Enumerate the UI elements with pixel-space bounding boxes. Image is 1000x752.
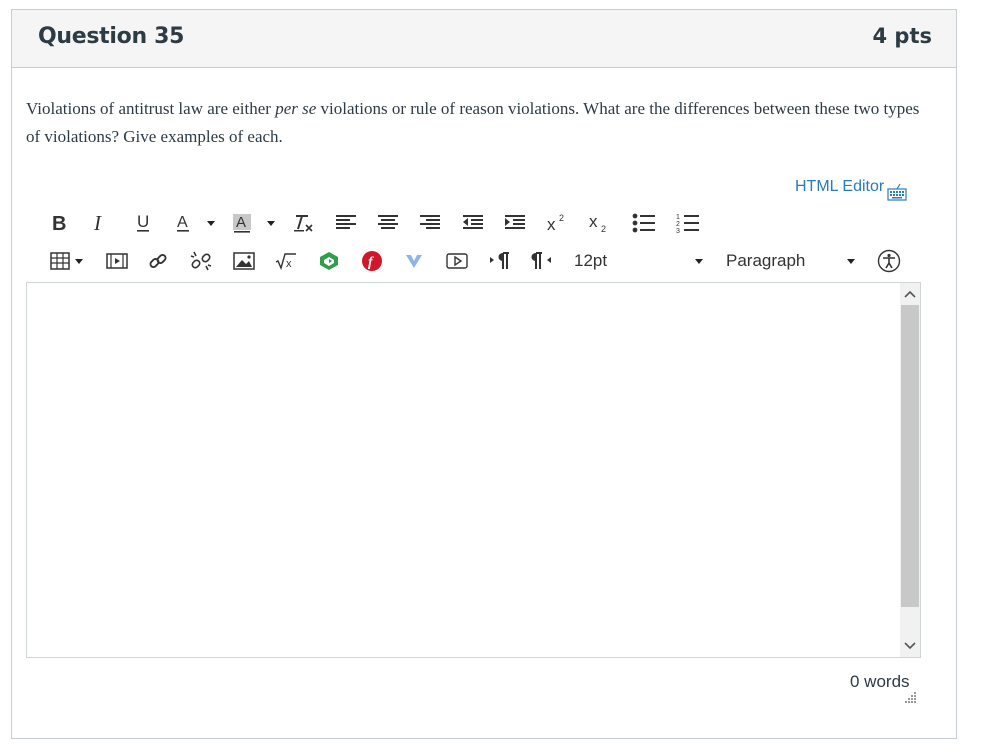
underline-icon[interactable]: U [134,209,152,237]
keyboard-icon[interactable] [887,183,907,201]
svg-text:1: 1 [676,214,680,221]
office365-icon[interactable] [318,247,340,275]
chevron-down-icon[interactable] [900,637,920,655]
svg-text:2: 2 [676,221,680,228]
svg-text:3: 3 [676,228,680,234]
svg-text:x: x [547,215,556,233]
svg-text:2: 2 [559,213,564,223]
bullet-list-icon[interactable] [632,209,656,237]
superscript-icon[interactable]: x2 [546,209,568,237]
svg-text:2: 2 [601,224,606,234]
align-left-icon[interactable] [335,209,357,237]
question-points: 4 pts [872,24,933,48]
background-color-icon[interactable]: A [232,209,252,237]
html-editor-link[interactable]: HTML Editor [795,178,884,196]
svg-text:I: I [93,214,102,232]
clear-formatting-icon[interactable] [292,209,314,237]
svg-text:A: A [236,214,246,231]
block-format-dropdown[interactable] [846,247,856,275]
media-icon[interactable] [106,247,128,275]
chevron-down-icon [695,258,703,264]
chevron-up-icon[interactable] [900,285,920,303]
word-count: 0 words [850,672,910,691]
chevron-down-icon [267,220,275,226]
ltr-icon[interactable] [489,247,511,275]
svg-text:U: U [137,213,149,231]
chevron-down-icon [207,220,215,226]
question-text: Violations of antitrust law are either p… [26,99,920,146]
text-color-icon[interactable]: A [174,209,192,237]
indent-icon[interactable] [504,209,526,237]
align-right-icon[interactable] [419,209,441,237]
flickr-icon[interactable]: f [361,247,383,275]
accessibility-icon[interactable] [877,247,901,275]
table-icon[interactable] [50,247,70,275]
italic-icon[interactable]: I [92,209,108,237]
align-center-icon[interactable] [377,209,399,237]
rtl-icon[interactable] [531,247,553,275]
bold-icon[interactable]: B [50,209,68,237]
subscript-icon[interactable]: x2 [588,209,610,237]
block-format-select[interactable]: Paragraph [726,247,836,275]
table-dropdown[interactable] [74,247,84,275]
chevron-down-icon [847,258,855,264]
font-size-dropdown[interactable] [694,247,704,275]
scrollbar-thumb[interactable] [901,305,919,607]
question-title: Question 35 [38,24,185,49]
font-size-select[interactable]: 12pt [574,247,634,275]
question-header: Question 35 4 pts [12,10,956,68]
numbered-list-icon[interactable]: 123 [676,209,700,237]
background-color-dropdown[interactable] [266,209,276,237]
image-icon[interactable] [233,247,255,275]
rich-text-editor[interactable] [26,282,921,658]
outdent-icon[interactable] [462,209,484,237]
link-icon[interactable] [148,247,168,275]
editor-scrollbar[interactable] [900,283,920,657]
svg-text:B: B [52,214,66,232]
vimeo-icon[interactable] [404,247,424,275]
embed-icon[interactable] [446,247,468,275]
unlink-icon[interactable] [190,247,212,275]
resize-handle-icon[interactable] [903,690,917,704]
chevron-down-icon [75,258,83,264]
text-color-dropdown[interactable] [206,209,216,237]
svg-text:x: x [589,212,598,231]
svg-text:x: x [286,258,292,270]
svg-text:A: A [177,214,188,231]
equation-icon[interactable]: x [275,247,297,275]
question-emphasis: per se [275,99,317,118]
